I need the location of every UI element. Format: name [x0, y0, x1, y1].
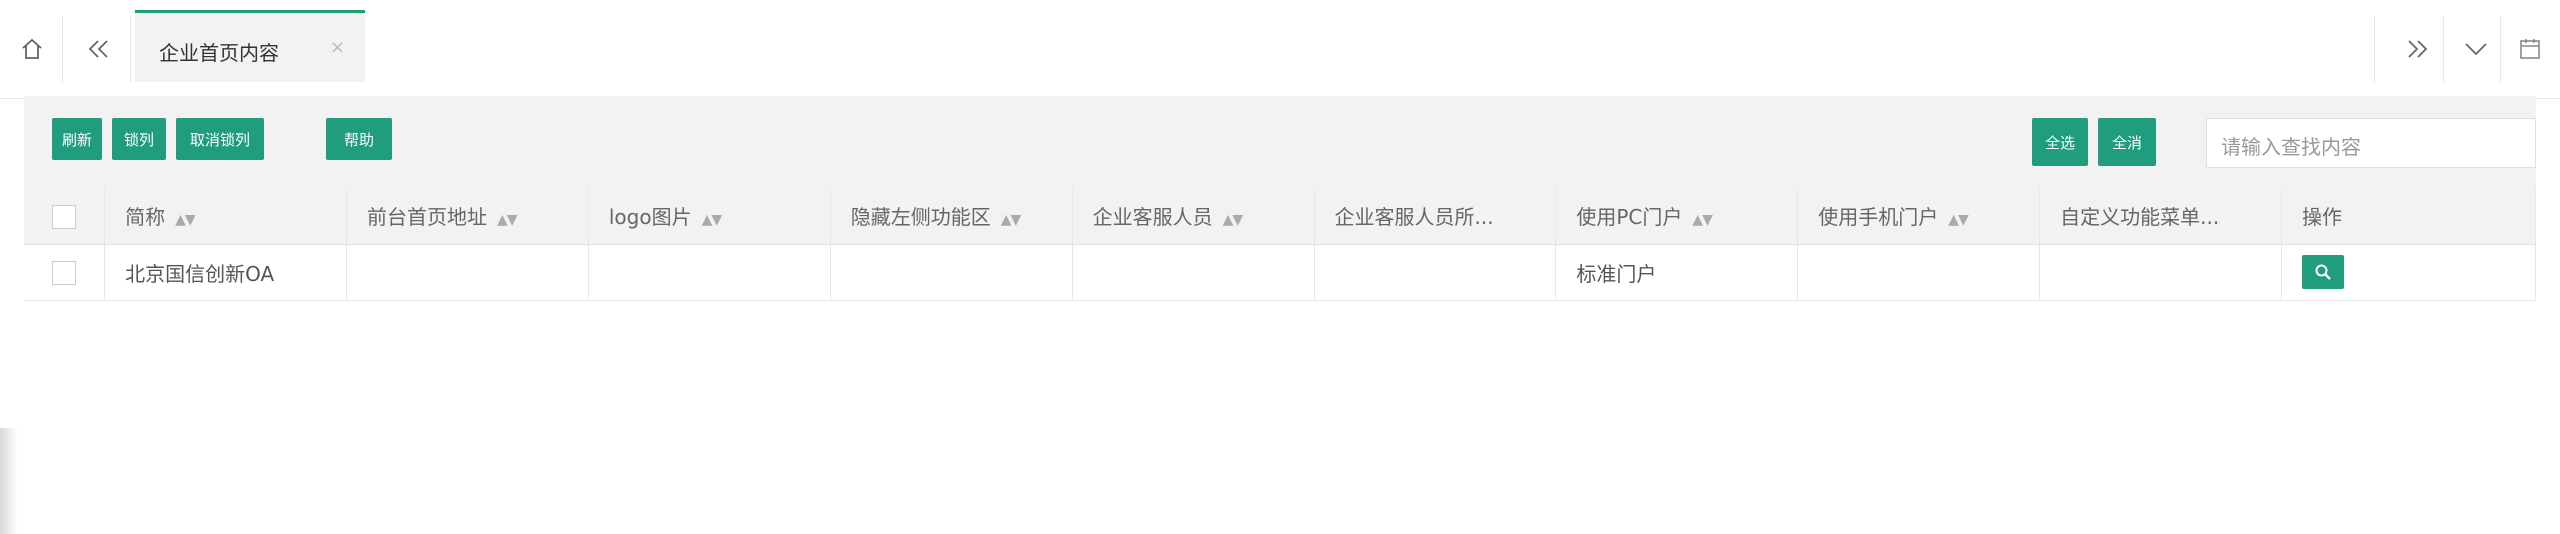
lock-column-button[interactable]: 锁列: [112, 118, 166, 160]
cell-pc-portal: 标准门户: [1555, 244, 1799, 301]
divider: [62, 16, 63, 82]
view-button[interactable]: [2302, 255, 2344, 289]
cell-service-staff-dept: [1314, 244, 1557, 301]
column-header-logo[interactable]: logo图片 ▲▼: [588, 188, 831, 245]
table-header-row: 简称 ▲▼ 前台首页地址 ▲▼ logo图片 ▲▼ 隐藏左侧功能区 ▲▼ 企业客服人员 ▲…: [24, 188, 2536, 245]
unlock-column-button[interactable]: 取消锁列: [176, 118, 264, 160]
header-select-checkbox-cell[interactable]: [24, 188, 106, 245]
cell-hide-left-area: [830, 244, 1073, 301]
sort-icon[interactable]: ▲▼: [702, 212, 723, 228]
tab-company-home-content[interactable]: 企业首页内容 ×: [135, 10, 365, 82]
table-row[interactable]: 北京国信创新OA 标准门户: [24, 244, 2536, 301]
clear-all-button[interactable]: 全消: [2098, 118, 2156, 166]
sort-icon[interactable]: ▲▼: [1692, 212, 1713, 228]
divider: [130, 16, 131, 82]
home-icon[interactable]: [12, 16, 52, 82]
column-header-mobile-portal[interactable]: 使用手机门户 ▲▼: [1797, 188, 2041, 245]
sort-icon[interactable]: ▲▼: [175, 212, 196, 228]
select-all-checkbox[interactable]: [52, 204, 77, 229]
row-checkbox[interactable]: [52, 260, 77, 285]
refresh-button[interactable]: 刷新: [52, 118, 102, 160]
search-icon: [2315, 264, 2331, 280]
cell-logo: [588, 244, 831, 301]
cell-home-address: [346, 244, 589, 301]
cell-custom-menu: [2039, 244, 2282, 301]
divider: [2500, 16, 2501, 82]
tab-label: 企业首页内容: [159, 41, 279, 65]
column-header-pc-portal[interactable]: 使用PC门户 ▲▼: [1555, 188, 1799, 245]
top-tab-bar: 企业首页内容 ×: [0, 0, 2560, 99]
chevron-down-icon[interactable]: [2452, 16, 2500, 82]
search-input[interactable]: 请输入查找内容: [2206, 118, 2536, 168]
help-button[interactable]: 帮助: [326, 118, 392, 160]
sort-icon[interactable]: ▲▼: [1948, 212, 1969, 228]
cell-short-name: 北京国信创新OA: [104, 244, 347, 301]
divider: [2374, 16, 2375, 82]
cell-actions: [2281, 244, 2536, 301]
sort-icon[interactable]: ▲▼: [1001, 212, 1022, 228]
double-chevron-right-icon[interactable]: [2394, 16, 2442, 82]
divider: [2443, 16, 2444, 82]
data-table: 简称 ▲▼ 前台首页地址 ▲▼ logo图片 ▲▼ 隐藏左侧功能区 ▲▼ 企业客服人员 ▲…: [24, 188, 2536, 534]
column-header-service-staff-dept[interactable]: 企业客服人员所...: [1314, 188, 1557, 245]
row-select-cell[interactable]: [24, 244, 106, 301]
cell-mobile-portal: [1797, 244, 2041, 301]
column-header-actions: 操作: [2281, 188, 2536, 245]
column-header-home-address[interactable]: 前台首页地址 ▲▼: [346, 188, 589, 245]
cell-service-staff: [1072, 244, 1315, 301]
sort-icon[interactable]: ▲▼: [1223, 212, 1244, 228]
column-header-service-staff[interactable]: 企业客服人员 ▲▼: [1072, 188, 1315, 245]
calendar-icon[interactable]: [2510, 16, 2550, 82]
column-header-short-name[interactable]: 简称 ▲▼: [104, 188, 347, 245]
sort-icon[interactable]: ▲▼: [497, 212, 518, 228]
double-chevron-left-icon[interactable]: [78, 16, 118, 82]
content-panel: 刷新 锁列 取消锁列 帮助 全选 全消 请输入查找内容 简称 ▲▼ 前台首页地址 ▲…: [24, 96, 2536, 534]
left-edge-shadow: [0, 428, 18, 534]
toolbar: 刷新 锁列 取消锁列 帮助 全选 全消 请输入查找内容: [24, 96, 2536, 186]
column-header-custom-menu[interactable]: 自定义功能菜单...: [2039, 188, 2282, 245]
column-header-hide-left-area[interactable]: 隐藏左侧功能区 ▲▼: [830, 188, 1073, 245]
close-icon[interactable]: ×: [330, 37, 345, 58]
select-all-button[interactable]: 全选: [2032, 118, 2088, 166]
